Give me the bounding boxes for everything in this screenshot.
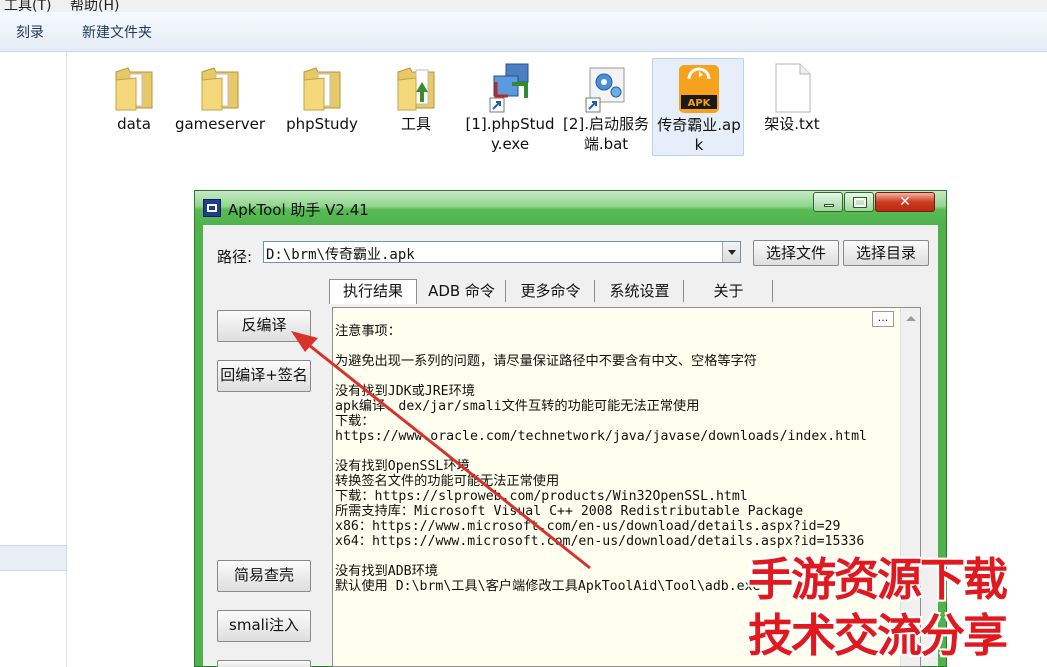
decompile-button[interactable]: 反编译 [217,310,311,342]
result-line: 注意事项： [335,324,401,339]
minimize-icon [824,204,834,207]
file-item-apk[interactable]: APK 传奇霸业.apk [652,58,744,156]
result-line: 为避免出现一系列的问题，请尽量保证路径中不要含有中文、空格等字符 [335,354,757,369]
minimize-button[interactable] [813,192,843,212]
navigation-pane[interactable] [0,52,67,667]
file-name: 工具 [400,115,431,133]
window-frame-left [195,225,203,666]
more-options-button[interactable]: ... [872,311,894,327]
result-line: 下载： [335,414,375,429]
watermark-line-2: 技术交流分享 [748,609,1008,662]
close-icon: ✕ [899,194,911,210]
result-line: https://www.oracle.com/technetwork/java/… [335,429,867,444]
file-item-data[interactable]: data [88,58,180,156]
apktool-app-icon [203,199,221,217]
tab-system-settings[interactable]: 系统设置 [596,280,684,302]
tab-results[interactable]: 执行结果 [329,279,417,304]
chevron-down-icon [728,250,736,255]
maximize-button[interactable] [844,192,874,212]
folder-icon [397,67,435,111]
maximize-icon [853,197,867,208]
apk-icon: APK [679,65,719,113]
path-combobox[interactable]: D:\brm\传奇霸业.apk [263,241,741,263]
close-button[interactable]: ✕ [875,192,935,212]
simple-shell-check-button[interactable]: 简易查壳 [217,560,311,592]
menu-bar: 工具(T) 帮助(H) [0,0,1047,12]
watermark: 手游资源下载 技术交流分享 [748,537,1047,667]
file-name: 传奇霸业.apk [657,116,741,154]
file-item-tools[interactable]: 工具 [370,58,462,156]
smali-inject-button[interactable]: smali注入 [217,610,311,642]
select-file-button[interactable]: 选择文件 [753,240,839,266]
result-line: 没有找到JDK或JRE环境 [335,384,475,399]
file-name: phpStudy [286,115,358,133]
file-name: 架设.txt [764,115,820,133]
result-line: 默认使用 D:\brm\工具\客户端修改工具ApkToolAid\Tool\ad… [335,579,761,594]
file-name: [1].phpStudy.exe [465,115,555,153]
result-line: 没有找到ADB环境 [335,564,438,579]
path-label: 路径: [217,248,253,266]
path-value: D:\brm\传奇霸业.apk [266,247,415,263]
menu-tools[interactable]: 工具(T) [4,0,51,12]
text-file-icon [775,63,811,113]
explorer-toolbar: 刻录 新建文件夹 [0,12,1047,52]
file-name: data [117,115,151,133]
apk-badge-text: APK [688,98,712,109]
folder-icon [303,67,341,111]
file-item-txt[interactable]: 架设.txt [746,58,838,156]
file-name: [2].启动服务端.bat [562,115,650,153]
file-item-start-bat[interactable]: [2].启动服务端.bat [560,58,652,156]
file-item-phpstudy-exe[interactable]: [1].phpStudy.exe [464,58,556,156]
result-line: apk编译、dex/jar/smali文件互转的功能可能无法正常使用 [335,399,700,414]
app-shortcut-icon [489,63,529,113]
result-line: 转换签名文件的功能可能无法正常使用 [335,474,560,489]
gear-shortcut-icon [585,67,625,113]
burn-button[interactable]: 刻录 [16,22,44,42]
new-folder-button[interactable]: 新建文件夹 [82,22,152,42]
tab-more-commands[interactable]: 更多命令 [507,280,595,302]
result-line: 下载：https://slproweb.com/products/Win32Op… [335,489,748,504]
tab-about[interactable]: 关于 [685,280,773,302]
window-titlebar[interactable]: ApkTool 助手 V2.41 ✕ [195,191,946,225]
window-title: ApkTool 助手 V2.41 [228,201,369,219]
side-button-cut-off[interactable] [217,660,311,667]
result-line: 所需支持库：Microsoft Visual C++ 2008 Redistri… [335,504,804,519]
recompile-sign-button[interactable]: 回编译+签名 [217,360,311,392]
folder-icon [115,67,153,111]
scroll-up-icon [906,316,916,321]
result-line: x86：https://www.microsoft.com/en-us/down… [335,519,841,534]
result-line: 没有找到OpenSSL环境 [335,459,470,474]
path-dropdown-button[interactable] [722,242,740,262]
menu-help[interactable]: 帮助(H) [70,0,119,12]
nav-selected-item[interactable] [0,545,67,571]
tab-adb-commands[interactable]: ADB 命令 [418,280,506,302]
folder-icon [201,67,239,111]
file-item-gameserver[interactable]: gameserver [174,58,266,156]
file-item-phpstudy[interactable]: phpStudy [276,58,368,156]
select-directory-button[interactable]: 选择目录 [843,240,929,266]
file-name: gameserver [174,115,266,133]
